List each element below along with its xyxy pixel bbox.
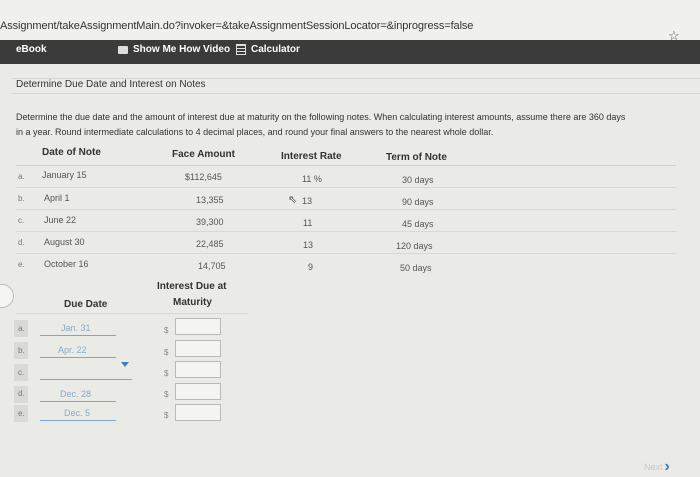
- next-label: Next: [644, 462, 663, 472]
- calculator-button[interactable]: Calculator: [236, 44, 300, 55]
- row-letter: e.: [18, 260, 25, 269]
- due-date-underline: [40, 379, 132, 380]
- term-of-note: 90 days: [402, 197, 434, 207]
- interest-input[interactable]: [175, 383, 221, 400]
- instructions-text: Determine the due date and the amount of…: [16, 110, 700, 140]
- url-text[interactable]: Assignment/takeAssignmentMain.do?invoker…: [0, 20, 473, 32]
- row-letter: d.: [18, 389, 25, 398]
- due-date-underline: [40, 335, 116, 336]
- chevron-right-icon: ›: [664, 458, 670, 475]
- chevron-down-icon[interactable]: [121, 362, 129, 367]
- row-divider: [16, 231, 676, 232]
- header-maturity: Maturity: [173, 297, 212, 308]
- interest-rate: 13: [302, 196, 313, 206]
- header-interest-due: Interest Due at: [157, 281, 227, 292]
- assignment-toolbar: eBook Show Me How Video Calculator: [0, 40, 700, 64]
- currency-symbol: $: [164, 411, 169, 420]
- next-button[interactable]: Next ›: [644, 458, 670, 475]
- row-letter: a.: [18, 172, 25, 181]
- header-term-of-note: Term of Note: [386, 152, 447, 163]
- term-of-note: 120 days: [396, 241, 433, 251]
- term-of-note: 50 days: [400, 263, 432, 273]
- section-title: Determine Due Date and Interest on Notes: [16, 79, 206, 90]
- ebook-button[interactable]: eBook: [16, 44, 47, 55]
- due-date-underline: [40, 357, 116, 358]
- currency-symbol: $: [164, 348, 169, 357]
- face-amount: 39,300: [196, 217, 224, 227]
- header-interest-rate: Interest Rate: [281, 151, 342, 162]
- face-amount: 14,705: [198, 261, 226, 271]
- instructions-line-2: in a year. Round intermediate calculatio…: [16, 127, 494, 137]
- video-icon: [118, 45, 128, 54]
- note-date: April 1: [44, 193, 70, 203]
- header-due-date: Due Date: [64, 299, 108, 310]
- row-letter: b.: [18, 194, 25, 203]
- row-letter: b.: [18, 346, 25, 355]
- due-date-input[interactable]: Dec. 28: [60, 389, 91, 399]
- row-divider: [16, 187, 676, 188]
- interest-input[interactable]: [175, 318, 221, 335]
- row-letter: c.: [18, 216, 25, 225]
- row-divider: [16, 253, 676, 254]
- currency-symbol: $: [164, 369, 169, 378]
- note-date: June 22: [44, 215, 77, 225]
- row-letter: e.: [18, 409, 25, 418]
- note-date: August 30: [44, 237, 85, 247]
- interest-rate: 11: [303, 218, 313, 228]
- table-header-divider: [16, 165, 676, 166]
- due-date-input[interactable]: Jan. 31: [61, 323, 91, 333]
- interest-rate: 11 %: [302, 174, 322, 184]
- interest-input[interactable]: [175, 404, 221, 421]
- note-date: January 15: [42, 170, 87, 180]
- interest-input[interactable]: [175, 340, 221, 357]
- note-date: October 16: [44, 259, 89, 269]
- calculator-label: Calculator: [251, 44, 300, 55]
- due-date-input[interactable]: Dec. 5: [64, 408, 90, 418]
- row-divider: [16, 209, 676, 210]
- header-date-of-note: Date of Note: [42, 147, 101, 158]
- interest-rate: 9: [308, 262, 314, 272]
- due-date-input[interactable]: Apr. 22: [58, 345, 87, 355]
- currency-symbol: $: [164, 390, 169, 399]
- mouse-pointer-icon: ⇖: [288, 194, 298, 206]
- interest-input[interactable]: [175, 361, 221, 378]
- row-letter: d.: [18, 238, 25, 247]
- term-of-note: 45 days: [402, 219, 434, 229]
- browser-address-bar[interactable]: Assignment/takeAssignmentMain.do?invoker…: [0, 0, 700, 43]
- instructions-line-1: Determine the due date and the amount of…: [16, 112, 626, 122]
- calculator-icon: [236, 44, 246, 55]
- header-face-amount: Face Amount: [172, 149, 235, 160]
- due-date-underline: [40, 401, 116, 402]
- interest-rate: 13: [303, 240, 314, 250]
- show-me-video-button[interactable]: Show Me How Video: [118, 44, 230, 55]
- term-of-note: 30 days: [402, 175, 434, 185]
- face-amount: 22,485: [196, 239, 224, 249]
- row-letter: c.: [18, 368, 25, 377]
- face-amount: $112,645: [185, 172, 222, 182]
- show-me-video-label: Show Me How Video: [133, 44, 231, 55]
- currency-symbol: $: [164, 326, 169, 335]
- due-date-underline: [40, 420, 116, 421]
- face-amount: 13,355: [196, 195, 224, 205]
- row-letter: a.: [18, 324, 25, 333]
- answer-header-divider: [16, 313, 248, 314]
